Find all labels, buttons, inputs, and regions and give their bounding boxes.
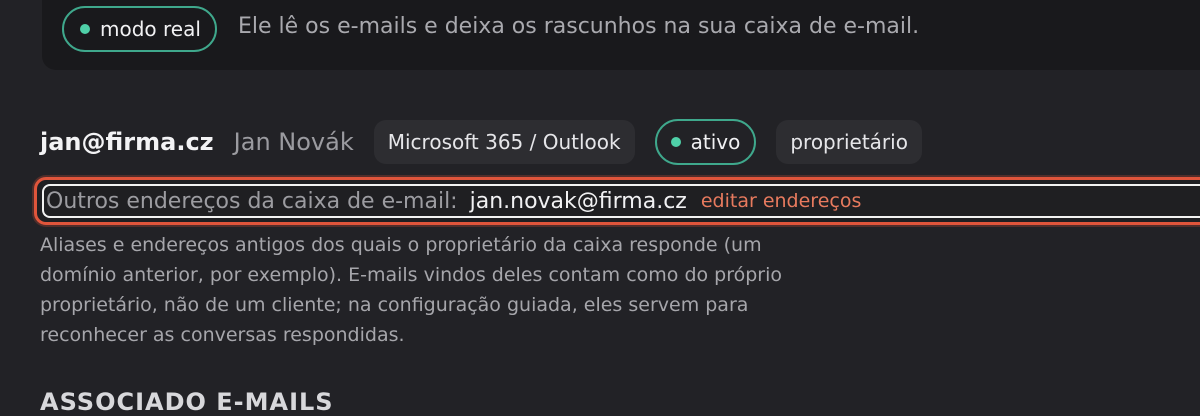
status-indicator-dot <box>670 137 681 147</box>
aliases-label: Outros endereços da caixa de e-mail: <box>46 188 458 214</box>
aliases-field[interactable]: Outros endereços da caixa de e-mail: jan… <box>34 177 1200 225</box>
mode-description: Ele lê os e-mails e deixa os rascunhos n… <box>238 14 920 39</box>
account-owner-name: Jan Novák <box>233 128 354 156</box>
status-badge: ativo <box>654 119 757 165</box>
mode-badge[interactable]: modo real <box>62 6 217 52</box>
mode-badge-label: modo real <box>100 17 201 41</box>
aliases-field-focus-ring: Outros endereços da caixa de e-mail: jan… <box>42 184 1200 218</box>
edit-aliases-link[interactable]: editar endereços <box>701 190 862 212</box>
account-row: jan@firma.cz Jan Novák Microsoft 365 / O… <box>40 118 942 166</box>
role-chip: proprietário <box>776 120 922 164</box>
next-section-heading: ASSOCIADO E-MAILS <box>40 388 334 416</box>
aliases-value: jan.novak@firma.cz <box>469 188 687 214</box>
status-label: ativo <box>690 130 741 154</box>
account-email: jan@firma.cz <box>40 128 214 156</box>
provider-chip: Microsoft 365 / Outlook <box>373 120 635 164</box>
mode-indicator-dot <box>80 24 90 34</box>
aliases-help-text: Aliases e endereços antigos dos quais o … <box>40 234 783 346</box>
